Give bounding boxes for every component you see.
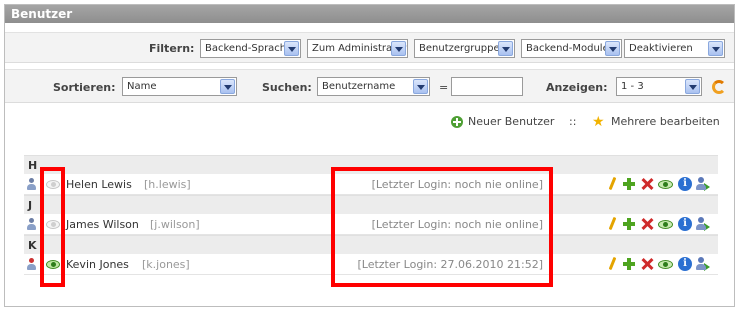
user-icon	[26, 178, 37, 191]
filter-select-group[interactable]: Benutzergruppe	[414, 39, 515, 58]
add-icon[interactable]	[451, 116, 463, 128]
show-icon[interactable]	[658, 177, 674, 191]
filter-label: Filtern:	[149, 42, 195, 55]
user-name[interactable]: James Wilson	[66, 218, 139, 231]
delete-icon[interactable]	[640, 177, 654, 191]
copy-icon[interactable]	[622, 257, 636, 271]
info-icon[interactable]	[678, 177, 692, 191]
chevron-down-icon	[498, 41, 513, 56]
new-user-link[interactable]: Neuer Benutzer	[468, 115, 554, 128]
chevron-down-icon	[605, 41, 620, 56]
filter-select-admin[interactable]: Zum Administrator	[307, 39, 408, 58]
sort-bar: Sortieren: Name Suchen: Benutzername = A…	[5, 69, 734, 103]
switch-user-icon[interactable]	[696, 257, 710, 271]
search-label: Suchen:	[262, 81, 312, 94]
info-icon[interactable]	[678, 217, 692, 231]
search-field-select[interactable]: Benutzername	[317, 77, 430, 96]
info-icon[interactable]	[678, 257, 692, 271]
sort-label: Sortieren:	[53, 81, 116, 94]
highlight-box-last-login	[331, 167, 553, 287]
edit-icon[interactable]	[606, 257, 620, 271]
edit-icon[interactable]	[606, 217, 620, 231]
user-name[interactable]: Helen Lewis	[66, 178, 132, 191]
show-count-select[interactable]: 1 - 3	[616, 77, 702, 96]
equals-sign: =	[439, 81, 449, 94]
delete-icon[interactable]	[640, 257, 654, 271]
filter-bar: Filtern: Backend-Sprache Zum Administrat…	[5, 32, 734, 63]
show-icon[interactable]	[658, 217, 674, 231]
filter-select-modules[interactable]: Backend-Module	[521, 39, 622, 58]
user-name[interactable]: Kevin Jones	[66, 258, 129, 271]
highlight-box-visibility	[40, 167, 65, 287]
row-actions	[606, 257, 716, 272]
show-label: Anzeigen:	[546, 81, 608, 94]
panel-title: Benutzer	[5, 5, 734, 23]
chevron-down-icon	[391, 41, 406, 56]
switch-user-icon[interactable]	[696, 217, 710, 231]
user-username: [j.wilson]	[150, 218, 200, 231]
copy-icon[interactable]	[622, 177, 636, 191]
search-input[interactable]	[451, 77, 523, 96]
star-icon: ★	[592, 114, 605, 130]
edit-icon[interactable]	[606, 177, 620, 191]
row-actions	[606, 217, 716, 232]
row-actions	[606, 177, 716, 192]
chevron-down-icon	[708, 41, 723, 56]
chevron-down-icon	[685, 79, 700, 94]
user-username: [k.jones]	[142, 258, 190, 271]
switch-user-icon[interactable]	[696, 177, 710, 191]
refresh-icon[interactable]	[712, 80, 726, 94]
filter-select-language[interactable]: Backend-Sprache	[200, 39, 301, 58]
delete-icon[interactable]	[640, 217, 654, 231]
show-icon[interactable]	[658, 257, 674, 271]
chevron-down-icon	[220, 79, 235, 94]
edit-multiple-link[interactable]: Mehrere bearbeiten	[611, 115, 720, 128]
actions-separator: ::	[569, 115, 577, 128]
chevron-down-icon	[413, 79, 428, 94]
filter-select-deactivate[interactable]: Deaktivieren	[624, 39, 725, 58]
copy-icon[interactable]	[622, 217, 636, 231]
user-icon	[26, 258, 37, 271]
sort-select[interactable]: Name	[122, 77, 237, 96]
user-username: [h.lewis]	[144, 178, 191, 191]
user-icon	[26, 218, 37, 231]
chevron-down-icon	[284, 41, 299, 56]
